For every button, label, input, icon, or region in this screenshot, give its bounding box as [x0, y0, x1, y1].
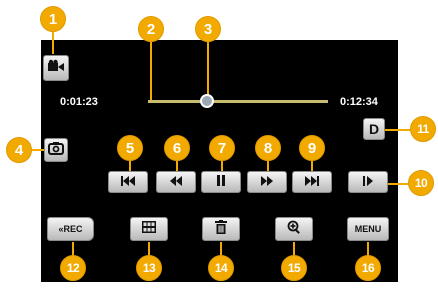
zoom-button[interactable] [275, 217, 313, 241]
seek-thumb[interactable] [200, 94, 214, 108]
callout-leader [367, 242, 369, 256]
camera-icon [48, 141, 64, 160]
callout-8: 8 [255, 135, 281, 161]
callout-7: 7 [209, 135, 235, 161]
rewind-icon [169, 173, 183, 191]
date-button-label: D [368, 121, 380, 137]
total-time: 0:12:34 [340, 96, 378, 108]
callout-leader [220, 242, 222, 256]
skip-forward-icon [304, 173, 320, 191]
menu-button[interactable]: MENU [347, 217, 389, 241]
slow-motion-button[interactable] [348, 171, 388, 193]
callout-12: 12 [60, 255, 86, 281]
elapsed-time: 0:01:23 [60, 96, 98, 108]
callout-16: 16 [355, 255, 381, 281]
rec-button-label: «REC [58, 224, 83, 234]
pause-button[interactable] [201, 171, 241, 193]
callout-leader [293, 242, 295, 256]
delete-button[interactable] [202, 217, 240, 241]
fast-forward-button[interactable] [247, 171, 287, 193]
zoom-in-icon [287, 220, 301, 239]
callout-leader [72, 242, 74, 256]
callout-4: 4 [6, 137, 32, 163]
callout-9: 9 [299, 135, 325, 161]
callout-2: 2 [138, 16, 164, 42]
index-grid-icon [142, 220, 156, 238]
fast-forward-icon [260, 173, 274, 191]
callout-leader [385, 129, 413, 131]
skip-forward-button[interactable] [292, 171, 332, 193]
rewind-button[interactable] [156, 171, 196, 193]
seek-bar[interactable] [148, 100, 328, 103]
menu-button-label: MENU [354, 224, 382, 234]
slow-motion-icon [362, 173, 374, 191]
callout-14: 14 [208, 255, 234, 281]
callout-10: 10 [408, 170, 434, 196]
index-button[interactable] [130, 217, 168, 241]
pause-icon [216, 173, 226, 191]
callout-13: 13 [136, 255, 162, 281]
snapshot-button[interactable] [44, 138, 68, 162]
skip-back-button[interactable] [108, 171, 148, 193]
date-button[interactable]: D [363, 118, 385, 140]
trash-icon [215, 219, 227, 239]
mode-button[interactable] [43, 55, 69, 81]
callout-6: 6 [164, 135, 190, 161]
callout-11: 11 [410, 116, 436, 142]
callout-1: 1 [40, 6, 66, 32]
callout-15: 15 [281, 255, 307, 281]
callout-leader [148, 242, 150, 256]
video-camera-icon [47, 59, 65, 78]
callout-5: 5 [117, 135, 143, 161]
callout-leader [388, 183, 410, 185]
skip-back-icon [120, 173, 136, 191]
rec-button[interactable]: «REC [47, 217, 94, 241]
callout-3: 3 [195, 16, 221, 42]
